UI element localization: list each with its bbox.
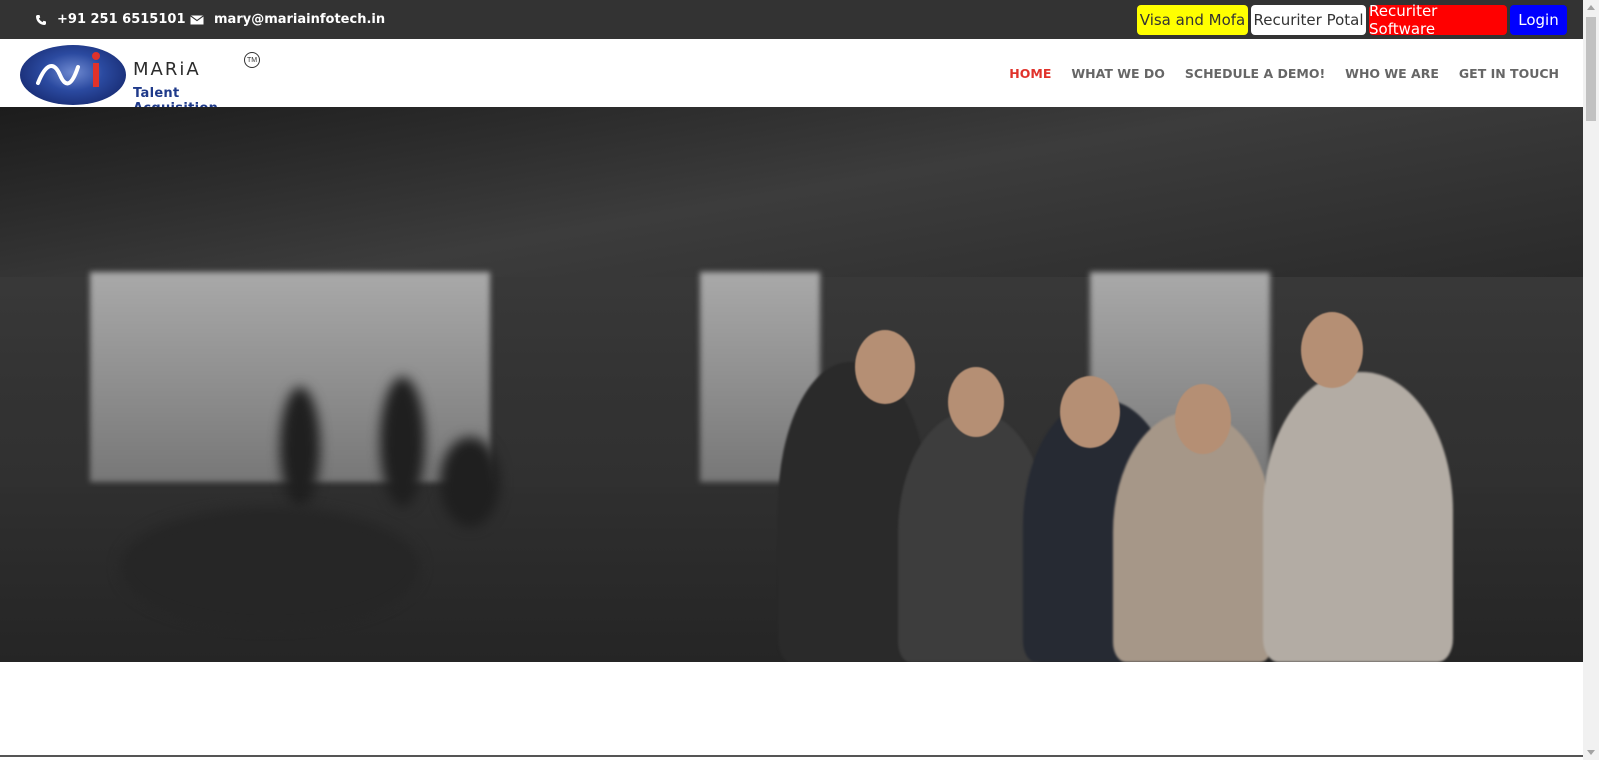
phone-number: +91 251 6515101 <box>57 12 186 27</box>
site-header: MARiA TM Talent Acquisition HOME WHAT WE… <box>0 39 1583 116</box>
scrollbar-thumb[interactable] <box>1586 17 1596 121</box>
nav-what-we-do[interactable]: WHAT WE DO <box>1071 66 1165 81</box>
team-member-head <box>855 330 915 404</box>
nav-get-in-touch[interactable]: GET IN TOUCH <box>1459 66 1559 81</box>
hero-silhouette <box>380 377 425 507</box>
scroll-down-icon[interactable] <box>1587 750 1595 755</box>
hero-silhouette <box>440 437 500 527</box>
email-contact[interactable]: mary@mariainfotech.in <box>190 0 385 39</box>
recruiter-portal-button[interactable]: Recuriter Potal <box>1251 5 1366 35</box>
page-divider <box>0 755 1583 757</box>
company-logo[interactable]: MARiA TM Talent Acquisition <box>20 45 265 116</box>
scroll-up-icon[interactable] <box>1587 5 1595 10</box>
team-member <box>1263 372 1453 662</box>
envelope-icon <box>190 14 204 24</box>
logo-name: MARiA <box>133 59 201 80</box>
logo-emblem <box>20 45 126 105</box>
phone-icon <box>36 14 46 25</box>
page-scrollbar[interactable] <box>1583 0 1599 760</box>
team-member-head <box>1175 384 1231 454</box>
visa-and-mofa-button[interactable]: Visa and Mofa <box>1137 5 1248 35</box>
team-member-head <box>1060 376 1120 448</box>
phone-contact[interactable]: +91 251 6515101 <box>35 0 186 39</box>
login-button[interactable]: Login <box>1510 5 1567 35</box>
hero-banner-image <box>0 107 1583 662</box>
nav-who-we-are[interactable]: WHO WE ARE <box>1345 66 1439 81</box>
email-address: mary@mariainfotech.in <box>214 12 386 27</box>
nav-home[interactable]: HOME <box>1009 66 1051 81</box>
trademark-symbol: TM <box>244 52 260 68</box>
hero-silhouette <box>280 387 320 507</box>
team-member-head <box>1301 312 1363 388</box>
nav-schedule-demo[interactable]: SCHEDULE A DEMO! <box>1185 66 1325 81</box>
team-member-head <box>948 367 1004 437</box>
hero-ceiling <box>0 107 1583 277</box>
top-contact-bar: +91 251 6515101 mary@mariainfotech.in Vi… <box>0 0 1583 39</box>
main-navigation: HOME WHAT WE DO SCHEDULE A DEMO! WHO WE … <box>989 39 1559 107</box>
hero-desk <box>120 507 420 627</box>
recruiter-software-button[interactable]: Recuriter Software <box>1369 2 1507 38</box>
hero-team-group <box>778 312 1458 662</box>
